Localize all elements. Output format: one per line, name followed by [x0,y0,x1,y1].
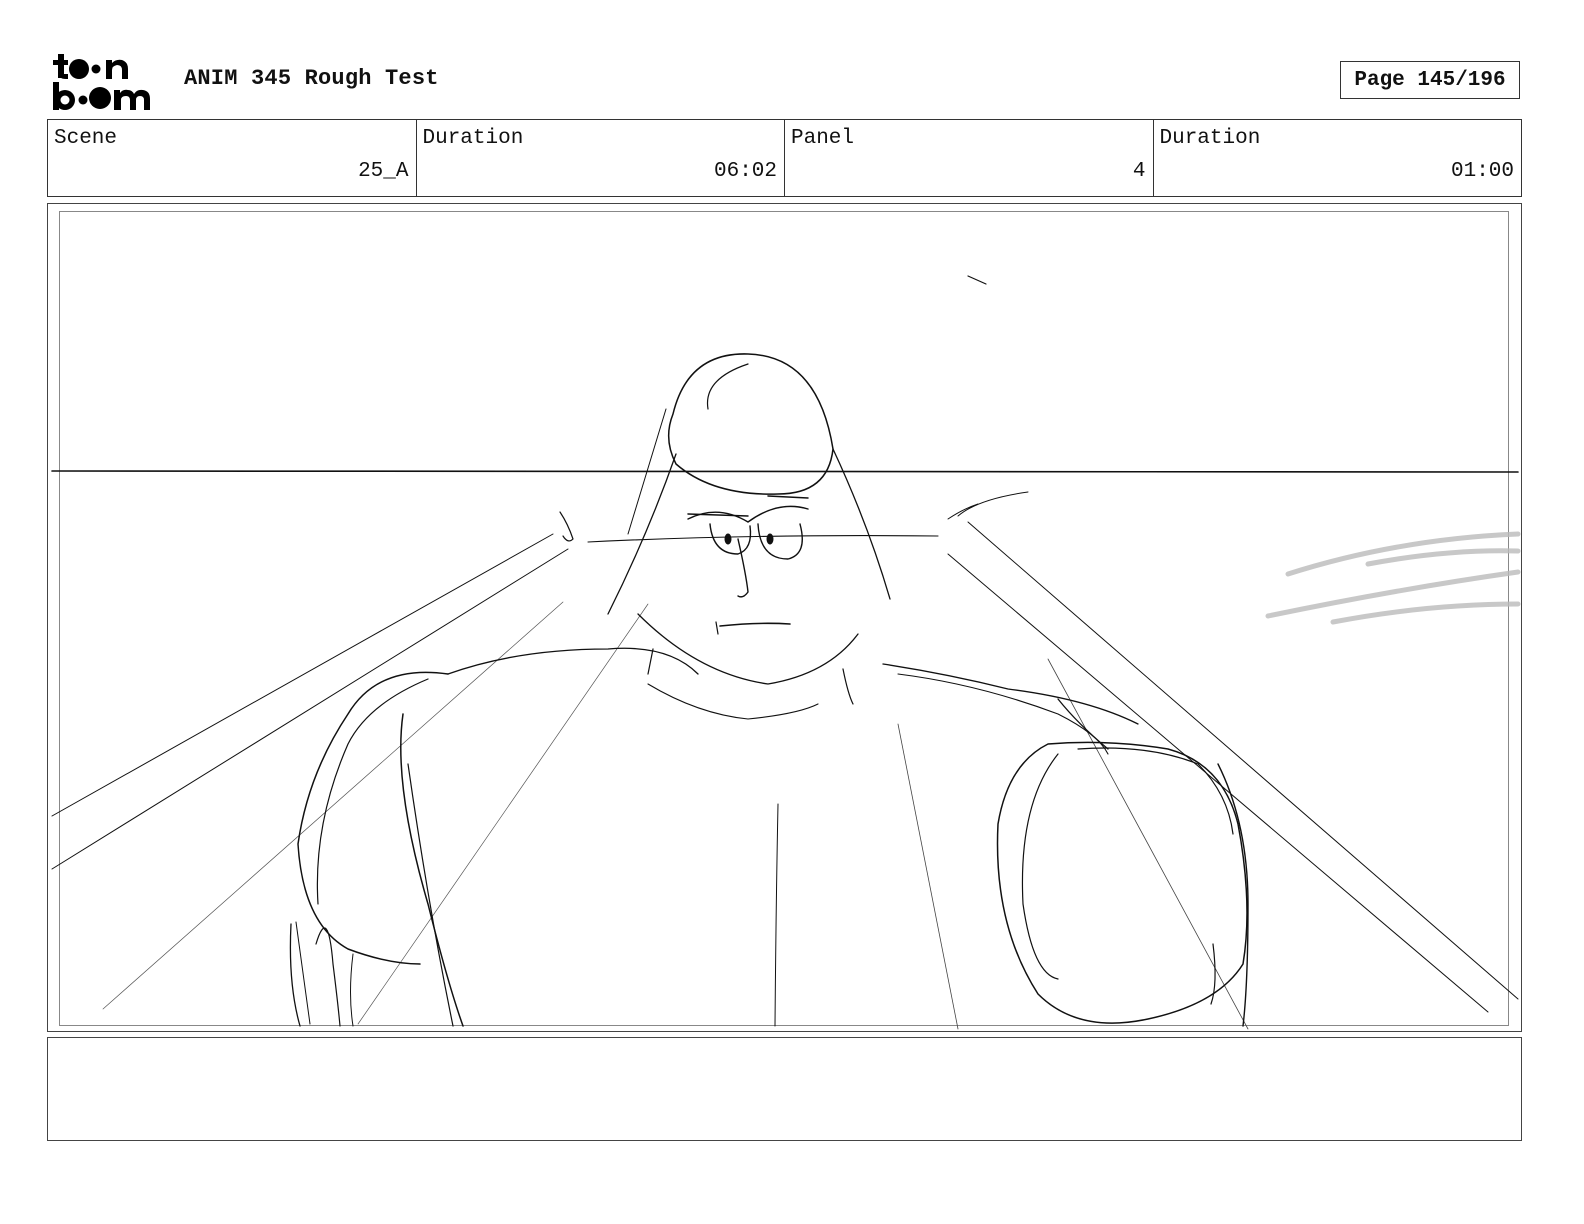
scene-value: 25_A [358,160,409,183]
panel-notes-box [47,1037,1522,1141]
document-title: ANIM 345 Rough Test [184,66,439,91]
panel-sketch-image [51,275,1521,1030]
scene-duration-value: 06:02 [713,160,777,183]
toon-boom-logo [53,54,150,110]
scene-cell: Scene 25_A [48,120,417,196]
panel-value: 4 [1132,160,1146,183]
panel-label: Panel [791,127,855,150]
scene-label: Scene [54,127,118,150]
page-indicator: Page 145/196 [1340,61,1520,99]
scene-info-table: Scene 25_A Duration 06:02 Panel 4 Durati… [47,119,1522,197]
scene-duration-cell: Duration 06:02 [417,120,785,196]
panel-duration-cell: Duration 01:00 [1154,120,1522,196]
panel-cell: Panel 4 [785,120,1154,196]
panel-duration-label: Duration [1159,127,1261,150]
panel-duration-value: 01:00 [1450,160,1514,183]
scene-duration-label: Duration [422,127,524,150]
storyboard-panel [47,203,1522,1032]
